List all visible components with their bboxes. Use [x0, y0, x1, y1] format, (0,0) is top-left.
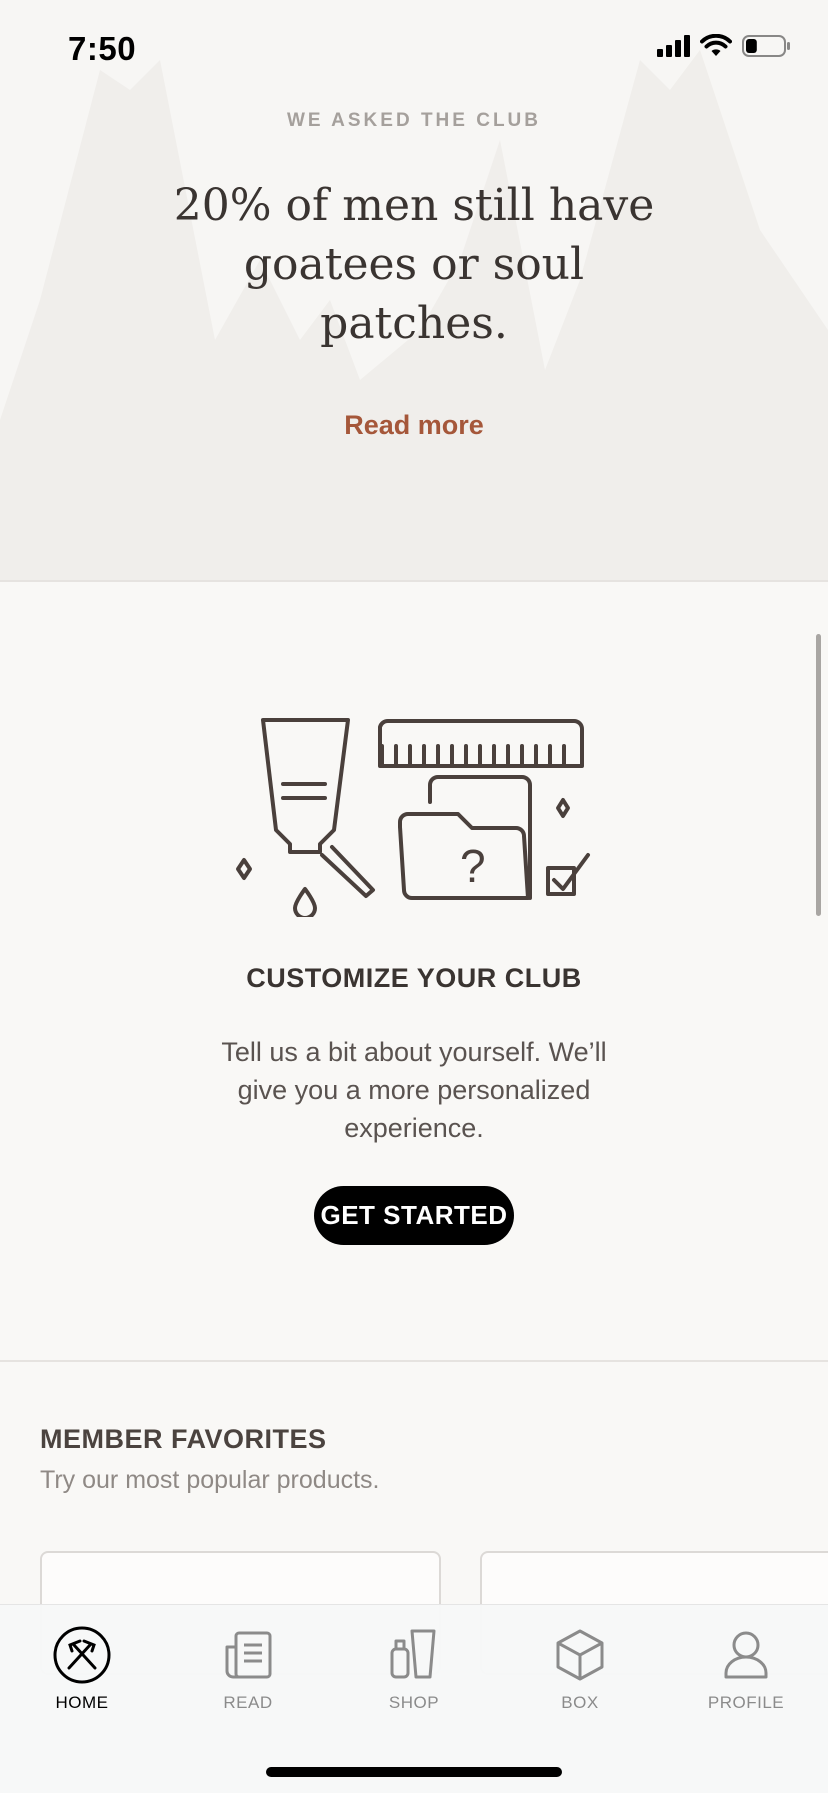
svg-text:?: ? — [460, 840, 486, 892]
tab-home[interactable]: HOME — [22, 1625, 142, 1713]
favorites-subtitle: Try our most popular products. — [40, 1466, 380, 1494]
survey-eyebrow: WE ASKED THE CLUB — [286, 110, 542, 131]
customize-title: CUSTOMIZE YOUR CLUB — [246, 963, 582, 993]
customize-description: Tell us a bit about yourself. We’ll give… — [221, 1037, 607, 1143]
sparkle-icon — [236, 858, 252, 880]
tab-read[interactable]: READ — [188, 1625, 308, 1713]
tab-profile[interactable]: PROFILE — [686, 1625, 806, 1713]
tab-label: READ — [223, 1693, 273, 1712]
tab-box[interactable]: BOX — [520, 1625, 640, 1713]
box-icon — [556, 1629, 604, 1681]
tube-icon — [261, 718, 375, 898]
sparkle-icon — [556, 798, 570, 818]
battery-icon — [742, 35, 790, 57]
tab-shop[interactable]: SHOP — [354, 1625, 474, 1713]
tab-label: HOME — [55, 1693, 109, 1712]
home-icon — [53, 1626, 111, 1684]
read-more-link[interactable]: Read more — [0, 410, 828, 441]
tab-label: SHOP — [388, 1693, 440, 1712]
status-icons — [657, 34, 792, 58]
status-time: 7:50 — [68, 30, 137, 67]
folder-question-icon: ? — [398, 775, 532, 900]
home-indicator — [266, 1767, 562, 1777]
drop-icon — [293, 887, 317, 917]
get-started-button[interactable]: GET STARTED — [314, 1186, 514, 1245]
tab-label: PROFILE — [707, 1693, 785, 1712]
wifi-icon — [700, 34, 732, 56]
shop-icon — [390, 1629, 436, 1679]
scrollbar[interactable] — [816, 634, 821, 916]
favorites-title: MEMBER FAVORITES — [40, 1424, 327, 1454]
checkbox-icon — [546, 853, 590, 896]
read-icon — [225, 1631, 272, 1679]
comb-icon — [378, 719, 584, 768]
status-bar: 7:50 — [0, 0, 828, 100]
section-divider — [0, 580, 828, 582]
section-divider — [0, 1360, 828, 1362]
tab-label: BOX — [561, 1693, 599, 1712]
customize-illustration: ? — [236, 718, 590, 917]
tab-bar: HOME READ SHOP BOX PROFILE — [0, 1604, 828, 1793]
survey-quote: 20% of men still have goatees or soul pa… — [173, 180, 655, 349]
cellular-signal-icon — [657, 35, 690, 57]
profile-icon — [724, 1631, 768, 1679]
